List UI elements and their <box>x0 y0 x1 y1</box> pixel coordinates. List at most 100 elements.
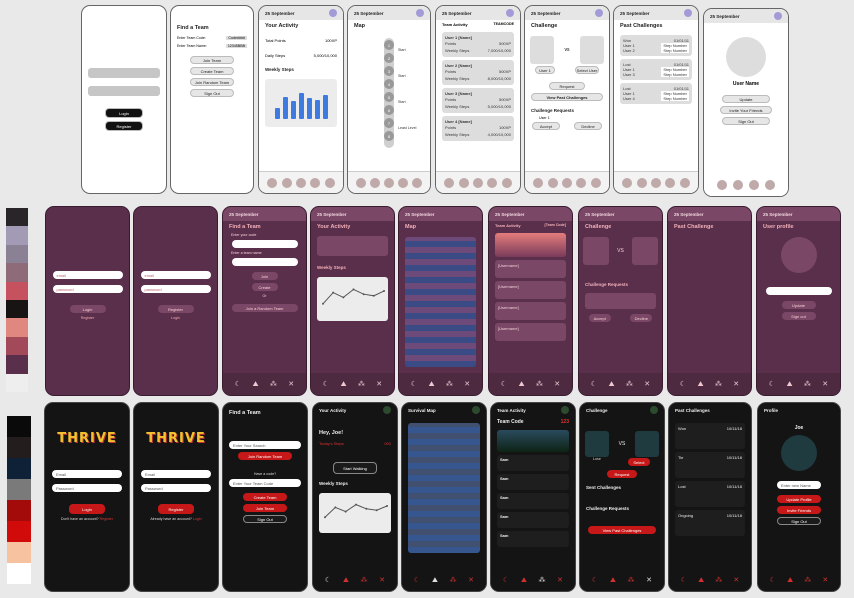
map-node[interactable]: 2 <box>384 53 394 63</box>
decline-button[interactable]: Decline <box>574 122 602 130</box>
nav-challenge-icon[interactable]: ✕ <box>374 379 384 389</box>
nav-activity-icon[interactable]: ☾ <box>323 575 333 585</box>
nav-activity-icon[interactable]: ☾ <box>679 575 689 585</box>
view-past-challenges-button[interactable]: View Past Challenges <box>588 526 656 534</box>
join-random-team-button[interactable]: Join a Random Team <box>231 304 298 312</box>
nav-map-icon[interactable]: ⛰ <box>608 575 618 585</box>
nav-team-icon[interactable] <box>472 177 483 188</box>
nav-challenge-icon[interactable]: ✕ <box>555 575 565 585</box>
team-name-input[interactable]: 12345BBB <box>225 44 247 48</box>
nav-map-icon[interactable]: ⛰ <box>696 379 706 389</box>
name-input[interactable]: Enter new Name <box>777 481 821 489</box>
nav-map-icon[interactable]: ⛰ <box>341 575 351 585</box>
avatar[interactable] <box>650 406 658 414</box>
nav-profile-icon[interactable] <box>501 177 512 188</box>
nav-challenge-icon[interactable]: ✕ <box>466 575 476 585</box>
nav-team-icon[interactable]: ⁂ <box>714 575 724 585</box>
nav-challenge-icon[interactable] <box>398 177 408 188</box>
register-link[interactable]: Register <box>46 316 129 320</box>
nav-map-icon[interactable]: ⛰ <box>607 379 617 389</box>
accept-button[interactable]: Accept <box>588 314 611 322</box>
sign-out-button[interactable]: Sign out <box>781 312 816 320</box>
nav-map-icon[interactable]: ⛰ <box>785 379 795 389</box>
nav-profile-icon[interactable] <box>679 177 690 188</box>
nav-team-icon[interactable]: ⁂ <box>444 379 454 389</box>
nav-icon[interactable] <box>749 180 759 190</box>
password-field[interactable]: password <box>52 285 123 293</box>
nav-team-icon[interactable]: ⁂ <box>624 379 634 389</box>
join-team-button[interactable]: Join Team <box>190 56 234 64</box>
update-profile-button[interactable]: Update Profile <box>777 495 821 503</box>
team-code-input[interactable] <box>231 240 298 248</box>
nav-map-icon[interactable]: ⛰ <box>430 575 440 585</box>
nav-map-icon[interactable] <box>458 177 469 188</box>
nav-challenge-icon[interactable]: ✕ <box>377 575 387 585</box>
nav-challenge-icon[interactable] <box>310 177 321 188</box>
avatar[interactable] <box>416 9 424 17</box>
email-field[interactable]: email <box>140 271 211 279</box>
email-field[interactable] <box>88 68 160 78</box>
nav-activity-icon[interactable] <box>622 177 633 188</box>
password-field[interactable]: password <box>140 285 211 293</box>
map-node[interactable]: 4 <box>384 79 394 89</box>
pixel-map[interactable] <box>408 423 480 553</box>
decline-button[interactable]: Decline <box>630 314 653 322</box>
sign-out-button[interactable]: Sign Out <box>243 515 287 523</box>
avatar[interactable] <box>774 12 782 20</box>
login-link[interactable]: Login <box>193 517 202 521</box>
user2-card[interactable] <box>631 237 658 265</box>
update-button[interactable]: Update <box>781 301 816 309</box>
nav-activity-icon[interactable]: ☾ <box>412 575 422 585</box>
start-walking-button[interactable]: Start Walking <box>333 462 377 474</box>
nav-challenge-icon[interactable]: ✕ <box>462 379 472 389</box>
nav-activity-icon[interactable] <box>267 177 278 188</box>
nav-icon[interactable] <box>765 180 775 190</box>
team-code-input[interactable]: Enter Your Team Code <box>229 479 301 487</box>
create-team-button[interactable]: Create Team <box>190 67 234 75</box>
map-node[interactable]: 5 <box>384 92 394 102</box>
nav-challenge-icon[interactable]: ✕ <box>731 379 741 389</box>
register-button[interactable]: Register <box>157 305 194 313</box>
nav-team-icon[interactable] <box>650 177 661 188</box>
nav-activity-icon[interactable]: ☾ <box>768 575 778 585</box>
nav-activity-icon[interactable]: ☾ <box>501 575 511 585</box>
view-past-challenges-button[interactable]: View Past Challenges <box>531 93 603 101</box>
nav-activity-icon[interactable]: ☾ <box>767 379 777 389</box>
sign-out-button[interactable]: Sign Out <box>190 89 234 97</box>
create-team-button[interactable]: Create Team <box>243 493 287 501</box>
map-node[interactable]: 3 <box>384 66 394 76</box>
select-user-button[interactable]: Select User <box>575 66 599 74</box>
select-user-button[interactable]: Select <box>627 458 650 466</box>
avatar[interactable] <box>383 406 391 414</box>
nav-team-icon[interactable] <box>561 177 572 188</box>
nav-team-icon[interactable] <box>384 177 394 188</box>
nav-profile-icon[interactable] <box>412 177 422 188</box>
nav-icon[interactable] <box>733 180 743 190</box>
pixel-map[interactable] <box>405 237 476 367</box>
nav-activity-icon[interactable]: ☾ <box>590 575 600 585</box>
nav-team-icon[interactable]: ⁂ <box>626 575 636 585</box>
nav-team-icon[interactable] <box>295 177 306 188</box>
avatar[interactable] <box>472 406 480 414</box>
nav-map-icon[interactable]: ⛰ <box>251 379 261 389</box>
email-field[interactable]: email <box>52 271 123 279</box>
email-field[interactable]: Email <box>141 470 211 478</box>
request-button[interactable]: Request <box>607 470 637 478</box>
nav-map-icon[interactable]: ⛰ <box>785 575 795 585</box>
nav-challenge-icon[interactable] <box>576 177 587 188</box>
register-link[interactable]: Register <box>100 517 113 521</box>
name-input[interactable] <box>765 287 832 295</box>
search-input[interactable]: Enter Your Search <box>229 441 301 449</box>
nav-challenge-icon[interactable]: ✕ <box>642 379 652 389</box>
nav-activity-icon[interactable] <box>444 177 455 188</box>
map-node[interactable]: 7 <box>384 118 394 128</box>
nav-activity-icon[interactable] <box>356 177 366 188</box>
create-button[interactable]: Create <box>251 283 278 291</box>
register-button[interactable]: Register <box>105 121 143 131</box>
nav-challenge-icon[interactable]: ✕ <box>820 379 830 389</box>
nav-challenge-icon[interactable]: ✕ <box>820 575 830 585</box>
nav-activity-icon[interactable]: ☾ <box>589 379 599 389</box>
nav-profile-icon[interactable] <box>324 177 335 188</box>
nav-map-icon[interactable]: ⛰ <box>517 379 527 389</box>
join-button[interactable]: Join <box>251 272 278 280</box>
